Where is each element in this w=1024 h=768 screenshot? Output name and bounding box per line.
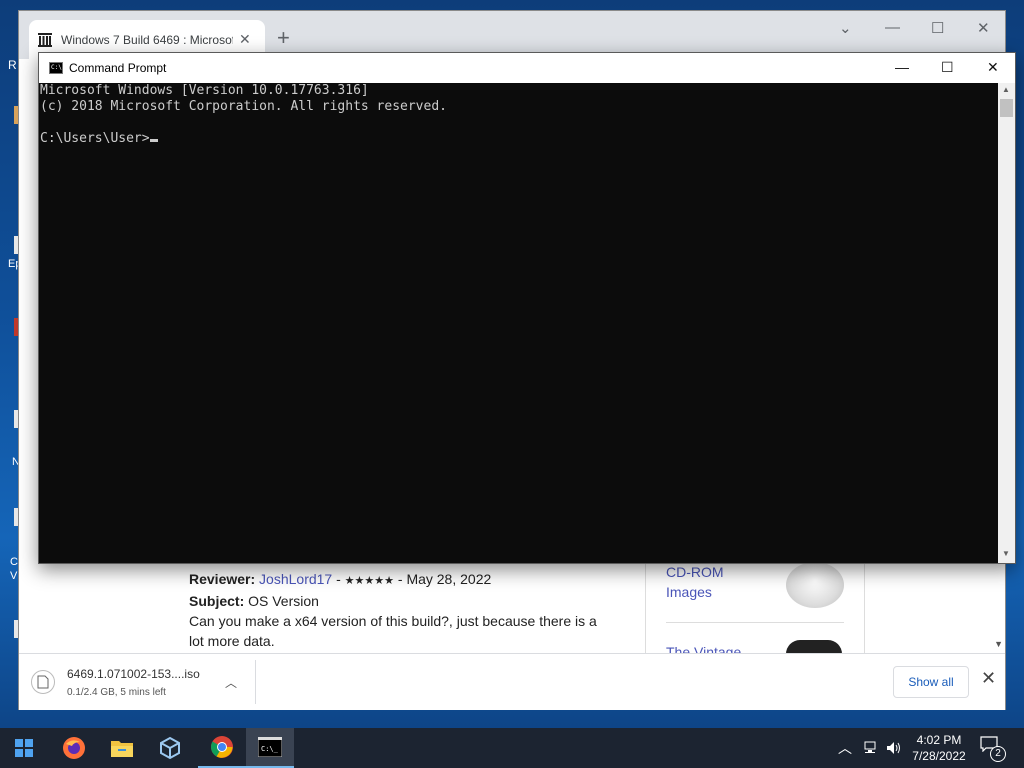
text-cursor [149, 139, 158, 142]
download-bar: 6469.1.071002-153....iso 0.1/2.4 GB, 5 m… [19, 653, 1005, 710]
maximize-icon[interactable]: ☐ [941, 59, 954, 76]
chrome-icon[interactable] [198, 728, 246, 768]
start-button[interactable] [0, 728, 48, 768]
star-rating: ★★★★★ [344, 575, 394, 587]
taskbar: C:\_ ︿ 4:02 PM 7/28/2022 2 [0, 728, 1024, 768]
close-icon[interactable]: ✕ [987, 59, 999, 76]
separator: - [393, 571, 407, 587]
tab-search-icon[interactable]: ⌄ [839, 19, 852, 37]
minimize-icon[interactable]: — [885, 19, 900, 36]
clock-date: 7/28/2022 [912, 749, 966, 763]
review-subject: OS Version [248, 593, 319, 609]
review-block: Reviewer: JoshLord17 - ★★★★★ - May 28, 2… [189, 569, 609, 651]
desktop-label-fragment: R [8, 58, 17, 72]
close-icon[interactable]: ✕ [977, 19, 990, 37]
cmd-scrollbar[interactable]: ▲ ▼ [998, 83, 1015, 563]
command-prompt-window: C:\ Command Prompt — ☐ ✕ Microsoft Windo… [38, 52, 1016, 564]
show-all-button[interactable]: Show all [893, 666, 969, 698]
scrollbar-thumb[interactable] [1000, 99, 1013, 117]
divider [666, 622, 844, 623]
new-tab-icon[interactable]: + [277, 25, 290, 51]
file-explorer-icon[interactable] [98, 728, 146, 768]
console-prompt-line: C:\Users\User> [40, 131, 999, 147]
cd-rom-thumbnail[interactable] [786, 562, 844, 608]
virtualbox-icon[interactable] [146, 728, 194, 768]
page-scroll-down-arrow[interactable]: ▼ [994, 639, 1003, 649]
review-body: Can you make a x64 version of this build… [189, 613, 597, 649]
chevron-up-icon[interactable]: ︿ [225, 674, 237, 691]
notification-badge: 2 [990, 746, 1006, 762]
desktop-label-fragment: C [10, 556, 18, 568]
reviewer-label: Reviewer: [189, 571, 256, 587]
separator: - [332, 571, 345, 587]
clock-time: 4:02 PM [916, 733, 962, 747]
scroll-down-arrow[interactable]: ▼ [1002, 549, 1010, 558]
related-collections-box: CD-ROM Images The Vintage [645, 561, 865, 660]
console-prompt: C:\Users\User> [40, 131, 150, 146]
reviewer-link[interactable]: JoshLord17 [259, 571, 332, 587]
review-date: May 28, 2022 [406, 571, 492, 587]
close-download-bar-icon[interactable]: ✕ [981, 668, 996, 689]
tab-title: Windows 7 Build 6469 : Microsof [61, 32, 233, 47]
console-line: (c) 2018 Microsoft Corporation. All righ… [40, 99, 447, 114]
desktop-label-fragment: V [10, 570, 18, 582]
console-line: Microsoft Windows [Version 10.0.17763.31… [40, 83, 369, 98]
command-prompt-icon: C:\ [49, 62, 63, 74]
download-item[interactable]: 6469.1.071002-153....iso 0.1/2.4 GB, 5 m… [31, 662, 255, 702]
firefox-icon[interactable] [50, 728, 98, 768]
download-filename: 6469.1.071002-153....iso [67, 666, 200, 681]
cmd-title-bar[interactable]: C:\ Command Prompt — ☐ ✕ [39, 53, 1015, 83]
cd-rom-link[interactable]: CD-ROM [666, 562, 724, 582]
svg-text:C:\_: C:\_ [261, 745, 279, 753]
minimize-icon[interactable]: — [895, 59, 909, 75]
archive-org-icon [37, 32, 53, 48]
divider [255, 660, 256, 704]
clock[interactable]: 4:02 PM 7/28/2022 [900, 732, 978, 764]
console-output[interactable]: Microsoft Windows [Version 10.0.17763.31… [39, 83, 999, 563]
cmd-title: Command Prompt [69, 61, 167, 75]
scroll-up-arrow[interactable]: ▲ [1002, 85, 1010, 94]
download-status: 0.1/2.4 GB, 5 mins left [67, 686, 166, 698]
images-link[interactable]: Images [666, 582, 712, 602]
tab-close-icon[interactable]: ✕ [239, 31, 251, 48]
show-hidden-icons-icon[interactable]: ︿ [838, 728, 852, 768]
file-icon [31, 670, 55, 694]
maximize-icon[interactable]: ☐ [931, 19, 944, 37]
command-prompt-icon[interactable]: C:\_ [246, 728, 294, 768]
vintage-thumbnail[interactable] [786, 640, 842, 654]
windows-logo-icon [15, 739, 33, 757]
network-icon[interactable] [862, 728, 878, 768]
subject-label: Subject: [189, 593, 245, 609]
